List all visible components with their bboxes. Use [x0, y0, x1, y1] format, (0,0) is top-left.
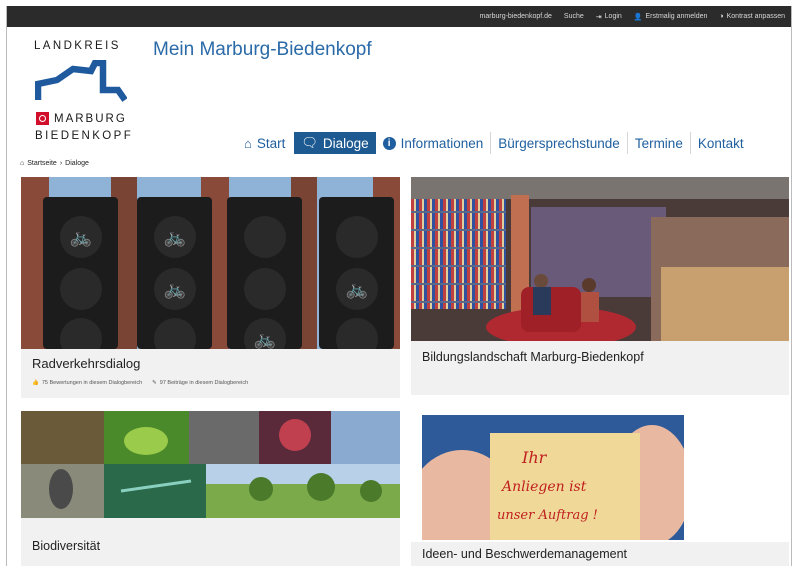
- dialog-card-bildungslandschaft[interactable]: Bildungslandschaft Marburg-Biedenkopf: [411, 177, 789, 395]
- card-meta: 👍 75 Bewertungen in diesem Dialogbereich …: [32, 380, 248, 386]
- portal-link[interactable]: marburg-biedenkopf.de: [480, 13, 552, 20]
- biodiversity-collage-image[interactable]: [21, 411, 400, 518]
- card-title[interactable]: Biodiversität: [32, 539, 100, 553]
- contrast-icon: ◑: [719, 13, 724, 20]
- thumbs-up-icon: 👍: [32, 380, 39, 386]
- dialog-card-radverkehr[interactable]: 🚲 🚲 🚲 🚲 🚲 Radverkehrsdialog 👍 75 Bewertu…: [21, 177, 400, 398]
- biodiversity-collage-illustration: [21, 411, 400, 518]
- breadcrumb: ⌂ Startseite › Dialoge: [20, 160, 89, 167]
- breadcrumb-separator: ›: [59, 160, 63, 167]
- card-title[interactable]: Bildungslandschaft Marburg-Biedenkopf: [422, 350, 644, 364]
- nav-item-buergersprechstunde[interactable]: Bürgersprechstunde: [490, 132, 627, 154]
- dialog-card-beschwerdemanagement[interactable]: Ihr Anliegen ist unser Auftrag ! Ideen- …: [411, 411, 789, 566]
- site-title[interactable]: Mein Marburg-Biedenkopf: [153, 39, 372, 61]
- login-link-label: Login: [604, 13, 622, 20]
- posts-count: ✎ 97 Beiträge in diesem Dialogbereich: [152, 380, 248, 386]
- logo-line-marburg: MARBURG: [54, 113, 127, 125]
- nav-item-label: Termine: [634, 135, 683, 151]
- nav-item-dialoge[interactable]: 🗨 Dialoge: [294, 132, 376, 154]
- comments-icon: 🗨: [301, 135, 318, 150]
- dialog-card-biodiversitaet[interactable]: Biodiversität: [21, 411, 400, 566]
- register-link[interactable]: 👤 Erstmalig anmelden: [634, 13, 708, 21]
- ratings-count-text: 75 Bewertungen in diesem Dialogbereich: [41, 380, 143, 386]
- svg-text:🚲: 🚲: [346, 279, 368, 299]
- ratings-count: 👍 75 Bewertungen in diesem Dialogbereich: [32, 380, 142, 386]
- nav-item-label: Informationen: [400, 135, 484, 151]
- user-plus-icon: 👤: [633, 13, 643, 21]
- nav-item-label: Bürgersprechstunde: [498, 135, 620, 151]
- library-illustration: [411, 177, 789, 341]
- contrast-link[interactable]: ◑ Kontrast anpassen: [719, 13, 785, 20]
- traffic-lights-illustration: 🚲 🚲 🚲 🚲 🚲: [21, 177, 400, 349]
- search-link-label: Suche: [563, 13, 584, 20]
- search-link[interactable]: Suche: [564, 13, 584, 20]
- note-line-1: Ihr: [521, 448, 548, 467]
- logo-mark-icon: [35, 60, 127, 102]
- main-navigation: ⌂ Start 🗨 Dialoge i Informationen Bürger…: [237, 132, 751, 154]
- card-title[interactable]: Radverkehrsdialog: [32, 356, 140, 371]
- pencil-icon: ✎: [152, 380, 157, 386]
- nav-item-label: Kontakt: [697, 135, 744, 151]
- svg-text:🚲: 🚲: [70, 227, 92, 247]
- register-link-label: Erstmalig anmelden: [645, 13, 708, 20]
- logo-red-square-icon: [36, 112, 49, 125]
- svg-text:🚲: 🚲: [164, 227, 186, 247]
- nav-item-label: Start: [256, 135, 286, 151]
- sticky-note-illustration: Ihr Anliegen ist unser Auftrag !: [422, 415, 684, 540]
- utility-links: marburg-biedenkopf.de Suche ⇥ Login 👤 Erst…: [480, 6, 785, 27]
- nav-item-termine[interactable]: Termine: [626, 132, 690, 154]
- top-utility-bar: marburg-biedenkopf.de Suche ⇥ Login 👤 Erst…: [7, 6, 791, 27]
- home-icon: ⌂: [20, 160, 25, 167]
- posts-count-text: 97 Beiträge in diesem Dialogbereich: [159, 380, 249, 386]
- library-image[interactable]: [411, 177, 789, 341]
- page-frame: marburg-biedenkopf.de Suche ⇥ Login 👤 Erst…: [6, 6, 792, 566]
- sticky-note-image[interactable]: Ihr Anliegen ist unser Auftrag !: [422, 415, 684, 540]
- note-line-3: unser Auftrag !: [497, 508, 598, 523]
- nav-item-start[interactable]: ⌂ Start: [237, 132, 292, 154]
- contrast-link-label: Kontrast anpassen: [726, 13, 785, 20]
- nav-item-label: Dialoge: [322, 135, 369, 151]
- logo-line-landkreis: LANDKREIS: [34, 40, 121, 52]
- logo-line-biedenkopf: BIEDENKOPF: [35, 130, 134, 142]
- note-line-2: Anliegen ist: [500, 479, 587, 495]
- breadcrumb-home-link[interactable]: Startseite: [27, 160, 57, 167]
- traffic-lights-image[interactable]: 🚲 🚲 🚲 🚲 🚲: [21, 177, 400, 349]
- portal-link-label: marburg-biedenkopf.de: [479, 13, 552, 20]
- info-icon: i: [382, 136, 396, 150]
- sign-in-icon: ⇥: [595, 13, 602, 21]
- district-logo[interactable]: LANDKREIS MARBURG BIEDENKOPF: [34, 40, 144, 152]
- breadcrumb-current: Dialoge: [65, 160, 89, 167]
- home-icon: ⌂: [244, 135, 252, 151]
- nav-item-kontakt[interactable]: Kontakt: [689, 132, 751, 154]
- login-link[interactable]: ⇥ Login: [596, 13, 622, 21]
- nav-item-informationen[interactable]: i Informationen: [376, 132, 491, 154]
- svg-text:🚲: 🚲: [164, 279, 186, 299]
- card-title[interactable]: Ideen- und Beschwerdemanagement: [422, 547, 627, 561]
- svg-text:🚲: 🚲: [254, 329, 276, 349]
